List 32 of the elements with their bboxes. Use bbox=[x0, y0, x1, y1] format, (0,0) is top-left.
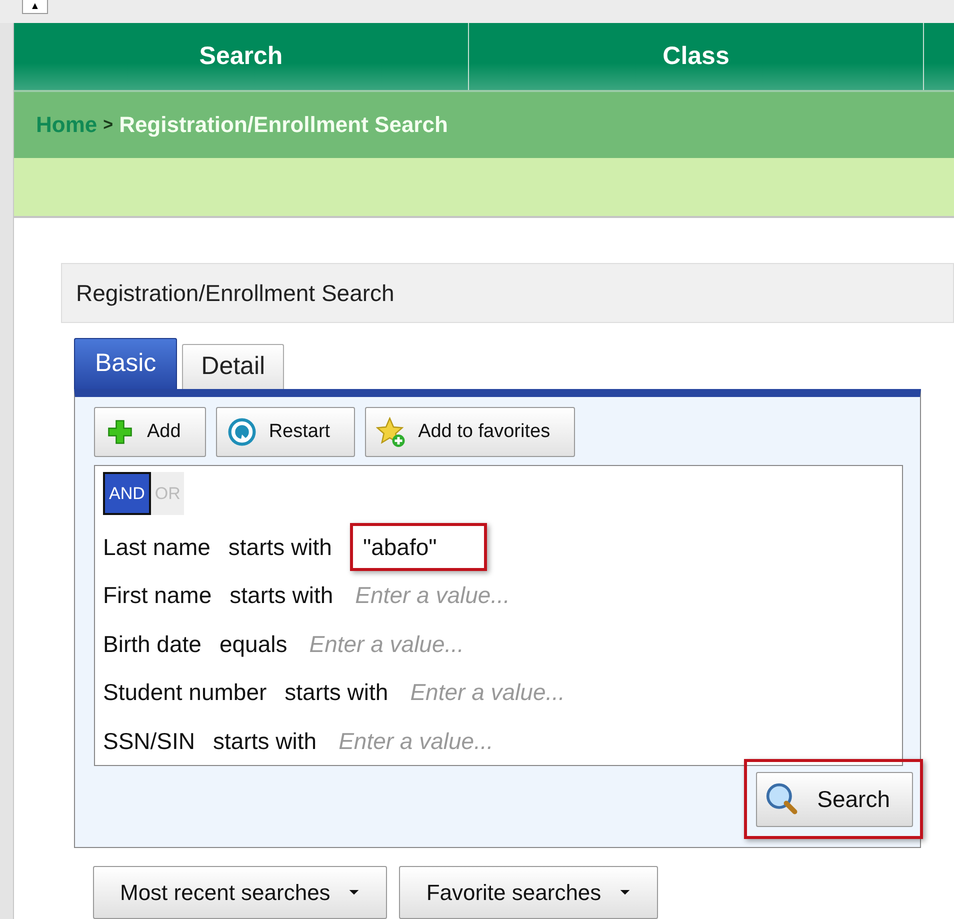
value-field[interactable]: Enter a value... bbox=[334, 724, 537, 758]
value-field[interactable]: Enter a value... bbox=[305, 626, 508, 662]
tab[interactable]: Detail bbox=[182, 344, 284, 389]
field-name: Last name bbox=[103, 532, 210, 562]
value-field[interactable]: Enter a value... bbox=[406, 675, 609, 710]
value-field[interactable]: "abafo" bbox=[350, 522, 487, 572]
dropdown-button[interactable]: Favorite searches bbox=[399, 866, 658, 919]
nav-tab[interactable]: Class bbox=[469, 23, 924, 90]
dropdown-button[interactable]: Most recent searches bbox=[93, 866, 388, 919]
operator[interactable]: starts with bbox=[228, 530, 332, 564]
add-button[interactable]: Add bbox=[94, 406, 206, 457]
breadcrumb-separator: > bbox=[103, 114, 114, 136]
field-name: First name bbox=[103, 581, 212, 610]
value-field[interactable]: Enter a value... bbox=[351, 578, 554, 613]
add-to-favorites-button[interactable]: Add to favorites bbox=[365, 406, 576, 457]
logic-toggle[interactable]: AND bbox=[103, 472, 151, 515]
search-button[interactable]: Search bbox=[756, 772, 913, 827]
operator[interactable]: starts with bbox=[213, 724, 317, 758]
field-name: SSN/SIN bbox=[103, 726, 196, 756]
field-name: Student number bbox=[103, 678, 267, 708]
star-icon bbox=[376, 416, 406, 447]
search-icon bbox=[765, 782, 800, 816]
panel-title: Registration/Enrollment Search bbox=[61, 262, 954, 323]
collapse-button[interactable]: ▲ bbox=[22, 0, 48, 14]
operator[interactable]: starts with bbox=[230, 578, 334, 613]
operator[interactable]: equals bbox=[219, 626, 288, 662]
breadcrumb-current: Registration/Enrollment Search bbox=[119, 111, 448, 140]
operator[interactable]: starts with bbox=[284, 675, 388, 710]
restart-button[interactable]: Restart bbox=[216, 406, 356, 457]
tab[interactable]: Basic bbox=[74, 338, 178, 389]
nav-tab[interactable]: Search bbox=[14, 23, 469, 90]
field-name: Birth date bbox=[103, 630, 202, 659]
